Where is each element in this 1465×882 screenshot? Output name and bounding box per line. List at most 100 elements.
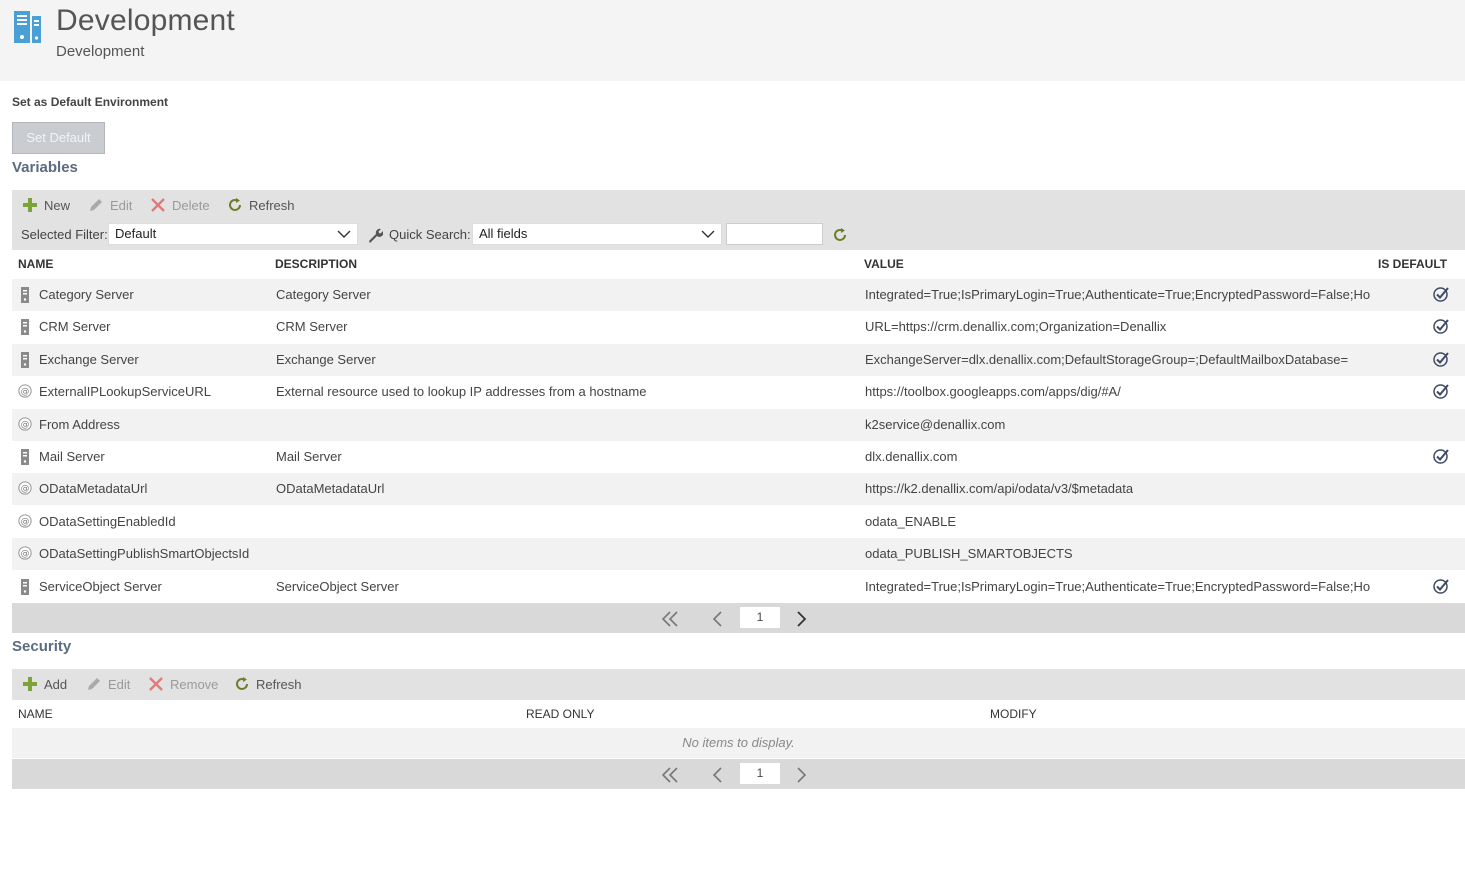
quick-search-field-dropdown[interactable]: All fields: [472, 223, 722, 245]
delete-variable-button[interactable]: Delete: [150, 197, 210, 213]
default-environment-label: Set as Default Environment: [12, 95, 169, 109]
security-toolbar: Add Edit Remove Refresh: [12, 669, 1465, 700]
cell-value: Integrated=True;IsPrimaryLogin=True;Auth…: [865, 287, 1370, 302]
page-number-input[interactable]: 1: [740, 607, 780, 628]
add-label: Add: [44, 676, 68, 692]
refresh-label: Refresh: [256, 676, 302, 692]
table-row[interactable]: @ ODataSettingPublishSmartObjectsId odata_…: [12, 538, 1465, 571]
column-read-only[interactable]: READ ONLY: [526, 707, 594, 721]
security-pager: 1: [12, 759, 1465, 789]
table-row[interactable]: @ ExternalIPLookupServiceURL External reso…: [12, 376, 1465, 409]
server-icon: [18, 578, 32, 595]
filter-bar: Selected Filter: Default Quick Search: A…: [12, 221, 1465, 250]
refresh-variables-button[interactable]: Refresh: [227, 197, 295, 213]
column-modify[interactable]: MODIFY: [990, 707, 1037, 721]
variables-section-title: Variables: [12, 159, 78, 176]
previous-page-icon[interactable]: [712, 767, 724, 783]
cell-value: odata_ENABLE: [865, 513, 957, 529]
cell-name: From Address: [39, 416, 120, 432]
edit-label: Edit: [108, 676, 131, 692]
cell-value: odata_PUBLISH_SMARTOBJECTS: [865, 546, 1073, 562]
server-icon: [18, 449, 32, 465]
new-variable-button[interactable]: New: [22, 197, 70, 213]
table-row[interactable]: Category Server Category Server Integrated…: [12, 279, 1465, 311]
refresh-security-button[interactable]: Refresh: [234, 676, 302, 692]
add-security-button[interactable]: Add: [22, 676, 67, 692]
first-page-icon[interactable]: [661, 611, 679, 627]
security-section-title: Security: [12, 638, 72, 655]
at-sign-icon: @: [18, 546, 32, 562]
cell-value: https://toolbox.googleapps.com/apps/dig/…: [865, 384, 1121, 400]
variables-grid-header: NAME DESCRIPTION VALUE IS DEFAULT: [12, 250, 1465, 278]
table-row[interactable]: @ ODataMetadataUrl ODataMetadataUrl https:/…: [12, 473, 1465, 506]
column-name[interactable]: NAME: [18, 707, 53, 721]
column-is-default[interactable]: IS DEFAULT: [1378, 257, 1447, 271]
table-row[interactable]: Mail Server Mail Server dlx.denallix.com: [12, 441, 1465, 473]
column-name[interactable]: NAME: [18, 257, 53, 271]
server-icon: [18, 287, 32, 303]
cell-name: Category Server: [39, 287, 134, 302]
pencil-icon: [88, 678, 100, 690]
cell-description: CRM Server: [276, 319, 348, 335]
remove-security-button[interactable]: Remove: [148, 676, 218, 692]
server-icon: [18, 351, 32, 368]
quick-search-input[interactable]: [726, 223, 823, 245]
delete-x-icon: [151, 198, 165, 212]
page-number-input[interactable]: 1: [740, 763, 780, 784]
is-default-check-icon: [1433, 578, 1449, 594]
table-row[interactable]: ServiceObject Server ServiceObject Server…: [12, 570, 1465, 603]
first-page-icon[interactable]: [661, 767, 679, 783]
is-default-check-icon: [1433, 351, 1449, 367]
svg-text:@: @: [21, 549, 30, 559]
cell-name: ExternalIPLookupServiceURL: [39, 384, 211, 400]
variables-pager: 1: [12, 603, 1465, 633]
edit-security-button[interactable]: Edit: [86, 676, 130, 692]
search-refresh-icon[interactable]: [832, 227, 848, 243]
table-row[interactable]: Exchange Server Exchange Server ExchangeSe…: [12, 343, 1465, 376]
svg-text:@: @: [21, 484, 30, 494]
at-sign-icon: @: [18, 416, 32, 433]
is-default-check-icon: [1433, 318, 1449, 335]
cell-value: https://k2.denallix.com/api/odata/v3/$me…: [865, 481, 1134, 497]
new-label: New: [44, 197, 71, 213]
remove-label: Remove: [170, 676, 219, 692]
cell-name: ServiceObject Server: [39, 578, 162, 594]
cell-description: Mail Server: [276, 449, 342, 464]
page-header: Development Development: [0, 0, 1465, 81]
cell-name: Exchange Server: [39, 351, 139, 367]
cell-name: ODataMetadataUrl: [39, 481, 148, 497]
cell-description: Exchange Server: [276, 351, 376, 367]
cell-value: Integrated=True;IsPrimaryLogin=True;Auth…: [865, 578, 1370, 594]
page-subtitle: Development: [56, 43, 145, 60]
svg-text:@: @: [21, 420, 30, 430]
cell-value: dlx.denallix.com: [865, 449, 958, 464]
next-page-icon[interactable]: [795, 611, 807, 627]
at-sign-icon: @: [18, 384, 32, 400]
table-row[interactable]: CRM Server CRM Server URL=https://crm.dena…: [12, 311, 1465, 344]
previous-page-icon[interactable]: [712, 611, 724, 627]
svg-text:@: @: [21, 517, 30, 527]
column-description[interactable]: DESCRIPTION: [275, 257, 357, 271]
environment-server-icon: [14, 11, 41, 43]
cell-value: URL=https://crm.denallix.com;Organizatio…: [865, 319, 1167, 335]
set-default-button[interactable]: Set Default: [12, 122, 105, 154]
plus-icon: [23, 198, 37, 212]
is-default-check-icon: [1433, 383, 1449, 399]
cell-description: External resource used to lookup IP addr…: [276, 384, 647, 400]
cell-description: Category Server: [276, 287, 371, 302]
column-value[interactable]: VALUE: [864, 257, 904, 271]
at-sign-icon: @: [18, 514, 32, 530]
edit-variable-button[interactable]: Edit: [88, 197, 132, 213]
page-title: Development: [56, 4, 235, 37]
cell-value: ExchangeServer=dlx.denallix.com;DefaultS…: [865, 351, 1349, 367]
chevron-down-icon: [337, 230, 351, 238]
next-page-icon[interactable]: [795, 767, 807, 783]
table-row[interactable]: @ ODataSettingEnabledId odata_ENABLE: [12, 505, 1465, 538]
table-row[interactable]: @ From Address k2service@denallix.com: [12, 408, 1465, 441]
is-default-check-icon: [1433, 286, 1449, 302]
cell-name: Mail Server: [39, 449, 105, 464]
selected-filter-dropdown[interactable]: Default: [108, 223, 358, 245]
is-default-check-icon: [1433, 448, 1449, 464]
refresh-label: Refresh: [249, 197, 295, 213]
chevron-down-icon: [701, 230, 715, 238]
